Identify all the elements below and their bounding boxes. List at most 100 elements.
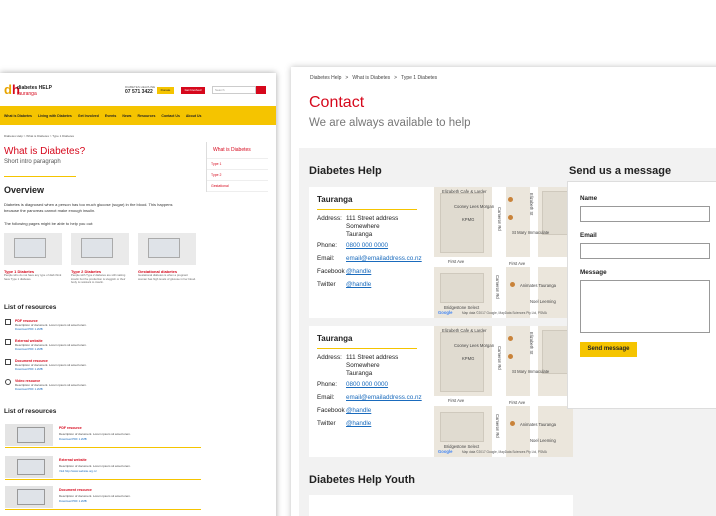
breadcrumb-link[interactable]: Type 1 Diabetes bbox=[401, 75, 437, 81]
nav-item[interactable]: Resources bbox=[138, 114, 156, 118]
message-textarea[interactable] bbox=[580, 280, 710, 333]
resource-title[interactable]: Document resource bbox=[59, 488, 92, 492]
map-pin-icon[interactable] bbox=[510, 421, 515, 426]
resource-link[interactable]: Download PDF 1.2MB bbox=[59, 437, 87, 441]
card-image bbox=[71, 233, 129, 265]
section-heading: Diabetes Help bbox=[309, 165, 382, 177]
phone-link[interactable]: 0800 000 0000 bbox=[346, 381, 388, 390]
twitter-link[interactable]: @handle bbox=[346, 420, 371, 429]
nav-item[interactable]: News bbox=[122, 114, 131, 118]
info-card[interactable]: Type 1 Diabetes People who do not have an… bbox=[4, 233, 62, 281]
nav-item[interactable]: Living with Diabetes bbox=[38, 114, 72, 118]
map-label: Animates Tauranga bbox=[520, 283, 557, 288]
phone-link[interactable]: 0800 000 0000 bbox=[346, 242, 388, 251]
resources-heading: List of resources bbox=[4, 408, 57, 415]
map-pin-icon[interactable] bbox=[508, 215, 513, 220]
email-link[interactable]: email@emailaddress.co.nz bbox=[346, 255, 422, 264]
facebook-link[interactable]: @handle bbox=[346, 268, 371, 277]
resource-item[interactable]: Document resource Description of document… bbox=[5, 359, 185, 371]
office-card: Tauranga Address: 111 Street address Some… bbox=[309, 187, 573, 318]
map-label: First Ave bbox=[509, 400, 526, 405]
resource-row[interactable]: External website Description of document.… bbox=[5, 456, 201, 480]
external-link-icon bbox=[5, 339, 11, 345]
logo-icon[interactable]: dh bbox=[4, 83, 20, 96]
breadcrumb[interactable]: Diabetes Help > What is Diabetes > Type … bbox=[4, 134, 276, 138]
donate-button[interactable]: Donate bbox=[157, 87, 174, 94]
map-pin-icon[interactable] bbox=[508, 336, 513, 341]
office-map[interactable]: Elizabeth Cafe & Larder Cooney Lees Morg… bbox=[434, 187, 573, 318]
twitter-label: Twitter bbox=[317, 420, 336, 427]
info-card[interactable]: Type 2 Diabetes People with Type 2 diabet… bbox=[71, 233, 129, 285]
send-message-button[interactable]: Send message bbox=[580, 342, 637, 357]
sidebar-item[interactable]: Gestational bbox=[207, 181, 268, 192]
form-heading: Send us a message bbox=[569, 165, 672, 177]
map-label: Noel Leeming bbox=[530, 299, 556, 304]
map-label: First Ave bbox=[448, 398, 465, 403]
resource-thumbnail bbox=[5, 486, 53, 508]
map-block bbox=[440, 412, 484, 442]
page-title: Contact bbox=[309, 94, 365, 111]
map-pin-icon[interactable] bbox=[510, 282, 515, 287]
map-label: Cameron Rd bbox=[497, 207, 502, 231]
resource-thumbnail bbox=[5, 424, 53, 446]
page-subtitle: We are always available to help bbox=[309, 117, 471, 129]
facebook-link[interactable]: @handle bbox=[346, 407, 371, 416]
breadcrumb-link[interactable]: What is Diabetes bbox=[352, 75, 390, 81]
name-input[interactable] bbox=[580, 206, 710, 222]
breadcrumb-link[interactable]: Diabetes Help bbox=[310, 75, 341, 81]
map-label: KPMG bbox=[462, 356, 475, 361]
section-heading: Diabetes Help Youth bbox=[309, 474, 415, 486]
resource-desc: Description of document. Lorem ipsum sit… bbox=[59, 464, 131, 468]
card-image bbox=[138, 233, 196, 265]
map-label: Cameron Rd bbox=[495, 275, 500, 299]
office-map[interactable]: Elizabeth Cafe & Larder Cooney Lees Morg… bbox=[434, 326, 573, 457]
nav-item[interactable]: Events bbox=[105, 114, 116, 118]
document-icon bbox=[5, 359, 11, 365]
sidebar-item[interactable]: Type 2 bbox=[207, 170, 268, 181]
resource-item[interactable]: External website Description of document.… bbox=[5, 339, 185, 351]
resource-title[interactable]: External website bbox=[59, 458, 87, 462]
map-label: Animates Tauranga bbox=[520, 422, 557, 427]
nav-item[interactable]: Contact Us bbox=[161, 114, 179, 118]
resource-link[interactable]: Download PDF 1.2MB bbox=[15, 347, 185, 351]
resource-item[interactable]: Video resource Description of document. L… bbox=[5, 379, 185, 391]
map-pin-icon[interactable] bbox=[508, 197, 513, 202]
get-involved-button[interactable]: Get Involved bbox=[181, 87, 205, 94]
resource-row[interactable]: PDF resource Description of document. Lor… bbox=[5, 424, 201, 448]
overview-text: Diabetes is diagnosed when a person has … bbox=[4, 202, 173, 213]
search-input[interactable]: Search bbox=[212, 86, 256, 94]
divider bbox=[317, 348, 417, 349]
resource-link[interactable]: Download PDF 1.2MB bbox=[15, 387, 185, 391]
brand-name: diabetes HELP tauranga bbox=[17, 85, 53, 97]
message-form: Name Email Message Send message bbox=[567, 181, 716, 409]
email-input[interactable] bbox=[580, 243, 710, 259]
resource-link[interactable]: Visit http://www.website.org.nz bbox=[59, 469, 97, 473]
twitter-label: Twitter bbox=[317, 281, 336, 288]
message-label: Message bbox=[580, 269, 607, 276]
nav-item[interactable]: Get Involved bbox=[78, 114, 99, 118]
resource-item[interactable]: PDF resource Description of document. Lor… bbox=[5, 319, 185, 331]
overview-heading: Overview bbox=[4, 185, 45, 195]
map-copyright: Map data ©2017 Google, MapData Sciences … bbox=[462, 450, 547, 454]
map-pin-icon[interactable] bbox=[508, 354, 513, 359]
map-label: Cooney Lees Morgan bbox=[454, 343, 495, 348]
search-button[interactable] bbox=[256, 86, 266, 94]
name-label: Name bbox=[580, 195, 598, 202]
resource-title[interactable]: PDF resource bbox=[59, 426, 82, 430]
resource-row[interactable]: Document resource Description of document… bbox=[5, 486, 201, 510]
office-name: Tauranga bbox=[317, 334, 353, 343]
page-subtitle: Short intro paragraph bbox=[4, 159, 61, 165]
resource-link[interactable]: Download PDF 1.2MB bbox=[15, 327, 185, 331]
nav-item[interactable]: What is Diabetes bbox=[4, 114, 32, 118]
resource-link[interactable]: Download PDF 1.2MB bbox=[59, 499, 87, 503]
sidebar-item[interactable]: Type 1 bbox=[207, 159, 268, 170]
resource-link[interactable]: Download PDF 1.2MB bbox=[15, 367, 185, 371]
card-desc: People with Type 2 diabetes are still ma… bbox=[71, 273, 126, 284]
nav-item[interactable]: About Us bbox=[186, 114, 202, 118]
twitter-link[interactable]: @handle bbox=[346, 281, 371, 290]
email-label: Email: bbox=[317, 394, 335, 401]
divider bbox=[4, 176, 76, 177]
email-link[interactable]: email@emailaddress.co.nz bbox=[346, 394, 422, 403]
info-card[interactable]: Gestational diabetes Gestational diabetes… bbox=[138, 233, 196, 281]
sidebar-item[interactable]: What is Diabetes bbox=[207, 142, 268, 159]
